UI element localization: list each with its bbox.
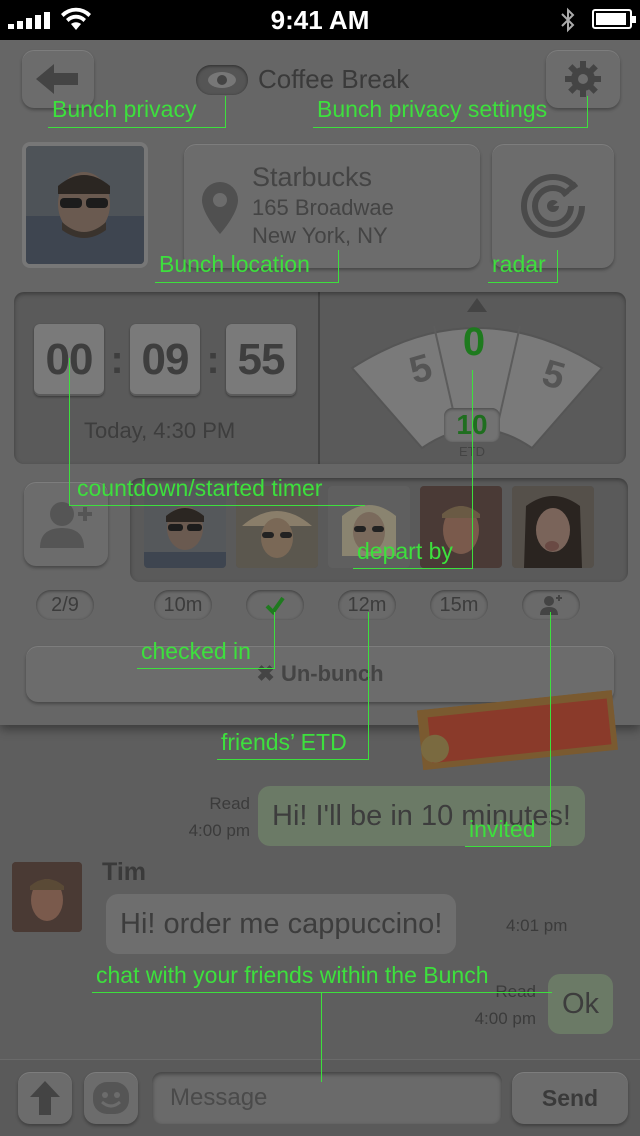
privacy-eye-icon[interactable] xyxy=(196,64,248,95)
message-3-time: 4:00 pm xyxy=(474,1009,536,1028)
location-address-line2: New York, NY xyxy=(252,223,388,248)
location-address-line1: 165 Broadwae xyxy=(252,195,394,220)
title-row: Coffee Break xyxy=(196,64,409,95)
gear-icon xyxy=(565,61,601,97)
countdown-timer: 00 : 09 : 55 xyxy=(34,324,296,396)
member-count: 2/9 xyxy=(36,590,94,620)
invited-person-icon xyxy=(540,595,562,615)
message-input-bar: Send xyxy=(0,1060,640,1136)
invited-badge xyxy=(522,590,580,620)
friend-avatar-5[interactable] xyxy=(512,486,594,568)
unbunch-button[interactable]: ✖ Un-bunch xyxy=(26,646,614,702)
message-bubble-1[interactable]: Hi! I'll be in 10 minutes! xyxy=(258,786,585,846)
map-pin-icon xyxy=(202,182,238,234)
emoji-button[interactable] xyxy=(84,1072,138,1124)
message-1-status: Read xyxy=(209,794,250,813)
dial-center-value: 0 xyxy=(462,320,486,364)
message-input[interactable] xyxy=(152,1072,502,1124)
annotation-bunch-privacy: Bunch privacy xyxy=(52,96,197,122)
annotation-bunch-location: Bunch location xyxy=(159,251,310,277)
status-bar: 9:41 AM xyxy=(0,0,640,40)
up-arrow-icon xyxy=(30,1081,60,1115)
bluetooth-icon xyxy=(561,7,575,33)
message-1-time: 4:00 pm xyxy=(188,821,250,840)
annotation-depart-by: depart by xyxy=(357,538,453,564)
radar-icon xyxy=(521,173,586,238)
bunch-panel: Coffee Break Starbucks 165 Broadwae New … xyxy=(0,40,640,725)
timer-minutes: 09 xyxy=(130,324,200,396)
annotation-friends-etd: friends’ ETD xyxy=(221,729,347,755)
timer-date: Today, 4:30 PM xyxy=(84,418,236,443)
message-bubble-2[interactable]: Hi! order me cappuccino! xyxy=(106,894,457,954)
location-name: Starbucks xyxy=(252,162,373,192)
battery-icon xyxy=(592,9,636,29)
message-2-time: 4:01 pm xyxy=(506,916,568,935)
annotation-chat: chat with your friends within the Bunch xyxy=(96,962,489,988)
annotation-invited: invited xyxy=(469,816,536,842)
annotation-privacy-settings: Bunch privacy settings xyxy=(317,96,548,122)
timer-panel: 00 : 09 : 55 Today, 4:30 PM 5 5 xyxy=(14,292,626,464)
checkmark-icon xyxy=(265,596,285,616)
friend-etd-3: 12m xyxy=(338,590,396,620)
smiley-icon xyxy=(93,1082,129,1114)
message-1-meta: Read 4:00 pm xyxy=(150,790,250,844)
send-button[interactable]: Send xyxy=(512,1072,628,1124)
tim-avatar[interactable] xyxy=(12,862,82,932)
status-time: 9:41 AM xyxy=(270,5,370,35)
page-title: Coffee Break xyxy=(258,64,410,94)
annotation-countdown: countdown/started timer xyxy=(77,475,323,501)
checked-in-badge xyxy=(246,590,304,620)
friend-etd-1: 10m xyxy=(154,590,212,620)
organizer-avatar[interactable] xyxy=(22,142,148,268)
annotation-radar: radar xyxy=(492,251,546,277)
settings-button[interactable] xyxy=(546,50,620,108)
friend-etd-4: 15m xyxy=(430,590,488,620)
attach-button[interactable] xyxy=(18,1072,72,1124)
annotation-checked-in: checked in xyxy=(141,638,251,664)
message-bubble-3[interactable]: Ok xyxy=(548,974,614,1034)
timer-seconds: 55 xyxy=(226,324,296,396)
message-2-sender: Tim xyxy=(102,858,146,886)
